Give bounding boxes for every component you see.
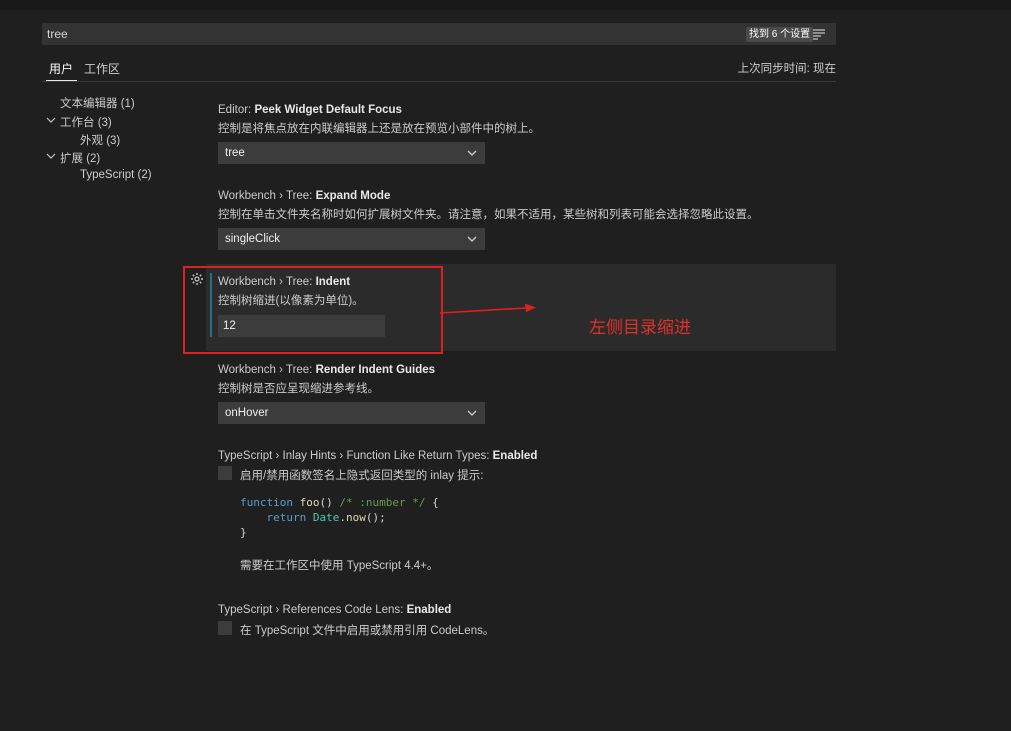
setting-peek-widget-default-focus: Editor: Peek Widget Default Focus 控制是将焦点… [218,104,540,136]
setting-title: Workbench › Tree: Render Indent Guides [218,364,436,376]
setting-title: TypeScript › Inlay Hints › Function Like… [218,450,538,462]
filter-list-icon[interactable] [812,27,826,41]
toc-item-workbench[interactable]: 工作台 (3) [46,114,112,130]
sync-status: 上次同步时间: 现在 [737,63,836,75]
setting-inlay-hints-return-types: TypeScript › Inlay Hints › Function Like… [218,450,537,462]
dropdown-value: onHover [225,407,269,419]
chevron-down-icon [467,410,477,416]
render-indent-guides-dropdown[interactable]: onHover [218,402,485,424]
setting-description: 控制是将焦点放在内联编辑器上还是放在预览小部件中的树上。 [218,123,540,135]
code-example: function foo() /* :number */ { return Da… [240,496,439,539]
annotation-label: 左侧目录缩进 [589,318,691,337]
setting-description: 控制树是否应呈现缩进参考线。 [218,383,379,395]
setting-tree-expand-mode: Workbench › Tree: Expand Mode 控制在单击文件夹名称… [218,190,759,222]
annotation-arrow [440,303,536,314]
toc-item-typescript[interactable]: TypeScript (2) [80,169,152,181]
search-input[interactable] [42,23,732,45]
dropdown-value: singleClick [225,233,280,245]
inlay-hints-checkbox[interactable] [218,466,232,480]
chevron-down-icon [46,117,56,123]
checkbox-label: 在 TypeScript 文件中启用或禁用引用 CodeLens。 [240,625,495,637]
highlight-box [183,266,443,354]
setting-description: 控制在单击文件夹名称时如何扩展树文件夹。请注意，如果不适用，某些树和列表可能会选… [218,209,759,221]
tab-user[interactable]: 用户 [45,60,78,81]
setting-title: TypeScript › References Code Lens: Enabl… [218,604,452,616]
toc-item-label: 文本编辑器 (1) [60,98,135,110]
toc-item-text-editor[interactable]: 文本编辑器 (1) [60,95,135,111]
toc-item-extensions[interactable]: 扩展 (2) [46,150,101,166]
toc-item-label: TypeScript (2) [80,169,152,181]
toc-item-label: 扩展 (2) [60,153,101,165]
setting-note: 需要在工作区中使用 TypeScript 4.4+。 [240,560,439,572]
results-count-badge: 找到 6 个设置 [746,27,814,42]
checkbox-label: 启用/禁用函数签名上隐式返回类型的 inlay 提示: [240,470,484,482]
dropdown-value: tree [225,147,245,159]
chevron-down-icon [467,150,477,156]
chevron-down-icon [467,236,477,242]
peek-widget-focus-dropdown[interactable]: tree [218,142,485,164]
settings-search-box[interactable]: 找到 6 个设置 [42,23,836,45]
expand-mode-dropdown[interactable]: singleClick [218,228,485,250]
chevron-down-icon [46,153,56,159]
tab-workspace[interactable]: 工作区 [84,60,120,77]
toc-item-label: 外观 (3) [80,135,121,147]
window-top-strip [0,0,1011,10]
code-lens-checkbox[interactable] [218,621,232,635]
setting-title: Editor: Peek Widget Default Focus [218,104,402,116]
setting-references-code-lens: TypeScript › References Code Lens: Enabl… [218,604,451,616]
settings-scope-tabs: 用户 工作区 上次同步时间: 现在 [42,56,836,82]
toc-item-label: 工作台 (3) [60,117,112,129]
toc-item-appearance[interactable]: 外观 (3) [80,132,120,148]
setting-render-indent-guides: Workbench › Tree: Render Indent Guides 控… [218,364,435,396]
setting-title: Workbench › Tree: Expand Mode [218,190,391,202]
